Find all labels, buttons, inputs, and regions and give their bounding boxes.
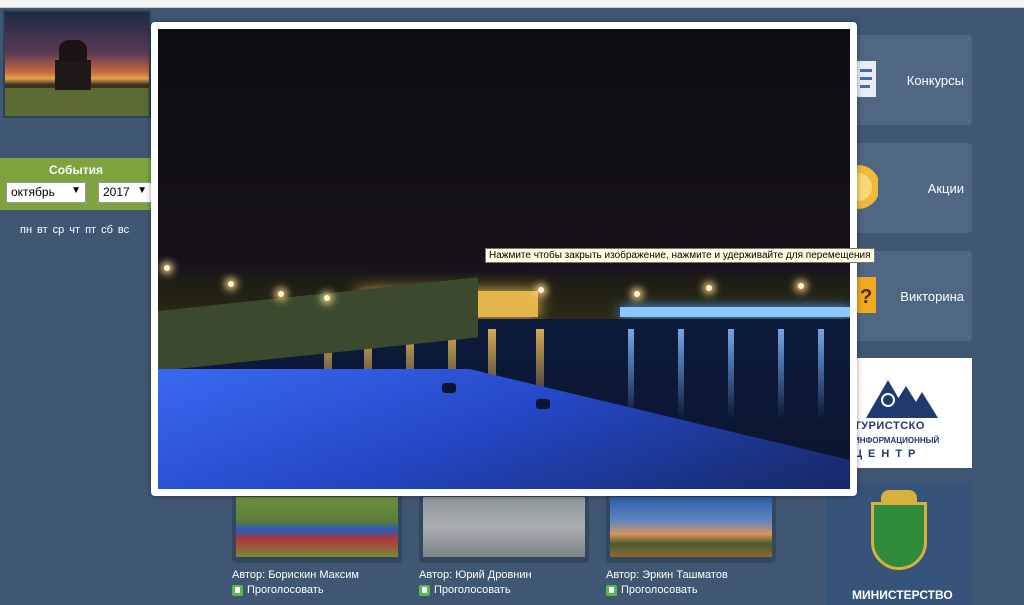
weekday-sat: сб — [101, 224, 113, 236]
photo-bollard — [442, 383, 456, 393]
top-bar — [0, 0, 1024, 8]
photo-reflection-blue — [818, 329, 824, 419]
vote-label-3: Проголосовать — [621, 584, 698, 596]
gallery-image-street — [423, 497, 585, 557]
tic-logo-icon — [866, 380, 938, 418]
ministry-banner[interactable]: МИНИСТЕРСТВО — [826, 482, 972, 605]
gallery-item-3[interactable] — [606, 493, 776, 563]
monument-thumbnail[interactable] — [3, 10, 151, 118]
photo-street-lamp — [706, 285, 712, 291]
gallery-item-1[interactable] — [232, 493, 402, 563]
events-calendar: События октябрь ▼ 2017 ▼ — [0, 158, 152, 210]
vote-button-1[interactable]: Проголосовать — [232, 584, 324, 596]
menu-promos-label: Акции — [927, 181, 964, 196]
thumbs-up-icon — [606, 584, 617, 596]
year-select[interactable]: 2017 ▼ — [98, 182, 152, 203]
menu-contests-button[interactable]: Конкурсы — [852, 35, 972, 125]
month-select[interactable]: октябрь ▼ — [6, 182, 86, 203]
photo-street-lamp — [228, 281, 234, 287]
month-select-value: октябрь — [11, 185, 55, 199]
vote-label-1: Проголосовать — [247, 584, 324, 596]
thumbs-up-icon — [419, 584, 430, 596]
weekday-header: пн вт ср чт пт сб вс — [20, 224, 152, 236]
menu-contests-label: Конкурсы — [906, 73, 964, 88]
chevron-down-icon: ▼ — [137, 185, 147, 196]
gallery-author-2: Автор: Юрий Дровнин — [419, 569, 532, 581]
photo-reflection-blue — [728, 329, 734, 419]
weekday-fri: пт — [85, 224, 97, 236]
gallery-author-1: Автор: Борискин Максим — [232, 569, 359, 581]
menu-promos-button[interactable]: Акции — [852, 143, 972, 233]
thumb-statue — [59, 40, 87, 62]
ministry-label: МИНИСТЕРСТВО — [852, 588, 953, 602]
year-select-value: 2017 — [103, 185, 130, 199]
vote-button-2[interactable]: Проголосовать — [419, 584, 511, 596]
menu-quiz-button[interactable]: ? Викторина — [852, 251, 972, 341]
gallery-image-sunset — [610, 497, 772, 557]
photo-bridge — [620, 307, 850, 317]
promo-globe-icon — [854, 165, 878, 209]
gallery-author-3: Автор: Эркин Ташматов — [606, 569, 728, 581]
photo-street-lamp — [164, 265, 170, 271]
tic-line1: ТУРИСТСКО — [854, 420, 925, 432]
weekday-wed: ср — [52, 224, 65, 236]
weekday-sun: вс — [117, 224, 130, 236]
vote-button-3[interactable]: Проголосовать — [606, 584, 698, 596]
photo-street-lamp — [324, 295, 330, 301]
photo-street-lamp — [538, 287, 544, 293]
photo-reflection-blue — [778, 329, 784, 419]
photo-street-lamp — [278, 291, 284, 297]
weekday-mon: пн — [20, 224, 33, 236]
photo-street-lamp — [798, 283, 804, 289]
photo-street-lamp — [634, 291, 640, 297]
photo-bollard — [536, 399, 550, 409]
gallery-item-2[interactable] — [419, 493, 589, 563]
thumb-ground — [5, 88, 149, 116]
tourist-info-center-banner[interactable]: ТУРИСТСКО ИНФОРМАЦИОННЫЙ ЦЕНТР — [852, 358, 972, 468]
coat-of-arms-icon — [871, 502, 927, 570]
photo-reflection-blue — [678, 329, 684, 419]
menu-quiz-label: Викторина — [900, 289, 964, 304]
lightbox-tooltip: Нажмите чтобы закрыть изображение, нажми… — [485, 248, 875, 263]
events-title: События — [49, 163, 103, 177]
chevron-down-icon: ▼ — [71, 185, 81, 196]
thumb-pedestal — [55, 60, 91, 90]
weekday-tue: вт — [37, 224, 48, 236]
weekday-thu: чт — [69, 224, 81, 236]
question-block-icon: ? — [854, 277, 876, 313]
vote-label-2: Проголосовать — [434, 584, 511, 596]
photo-reflection-blue — [628, 329, 634, 419]
thumbs-up-icon — [232, 584, 243, 596]
tic-line2: ИНФОРМАЦИОННЫЙ — [854, 436, 940, 445]
gallery-image-boat — [236, 497, 398, 557]
svg-text:?: ? — [860, 286, 872, 308]
tic-line3: ЦЕНТР — [854, 448, 922, 460]
contest-document-icon — [856, 61, 876, 97]
